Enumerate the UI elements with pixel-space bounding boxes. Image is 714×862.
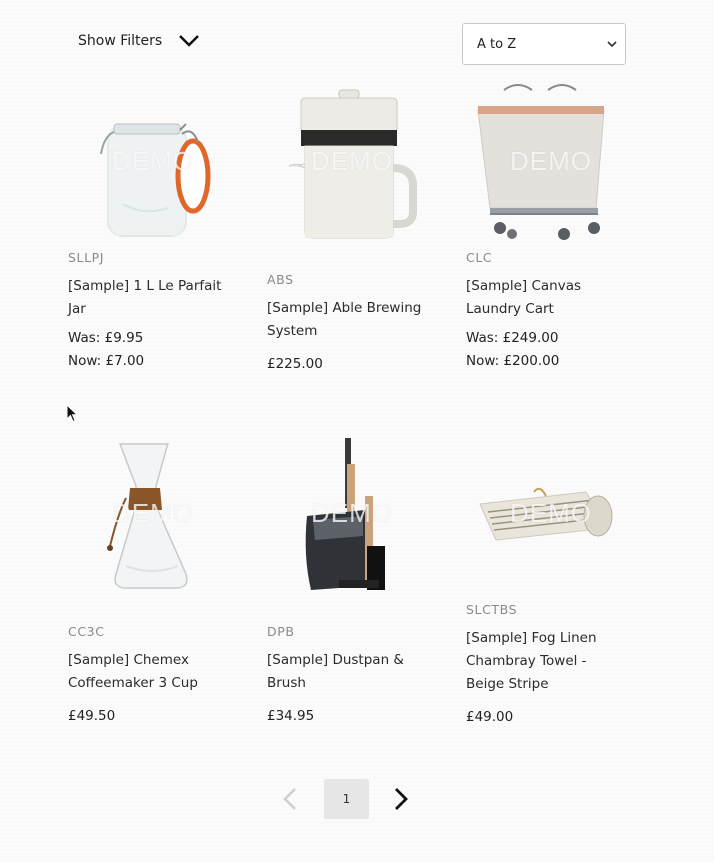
chevron-left-icon (283, 788, 296, 810)
product-card[interactable]: DEMO CLC [Sample] Canvas Laundry Cart Wa… (466, 84, 636, 373)
product-card[interactable]: DEMO SLLPJ [Sample] 1 L Le Parfait Jar W… (68, 84, 238, 373)
demo-watermark: DEMO (311, 498, 393, 528)
product-card[interactable]: DEMO SLCTBS [Sample] Fog Linen Chambray … (466, 436, 636, 729)
product-price: £34.95 (267, 708, 315, 724)
product-now-price: Now: £7.00 (68, 353, 145, 369)
product-now-price: Now: £200.00 (466, 353, 560, 369)
product-title[interactable]: [Sample] Fog Linen (466, 627, 636, 650)
product-price: £225.00 (267, 356, 323, 372)
product-sku: CLC (466, 250, 493, 265)
sort-select[interactable]: A to Z (462, 23, 626, 65)
product-title[interactable]: [Sample] 1 L Le Parfait (68, 275, 238, 298)
product-title[interactable]: Brush (267, 672, 437, 695)
product-title[interactable]: System (267, 320, 437, 343)
show-filters-toggle[interactable]: Show Filters (78, 33, 200, 49)
product-title[interactable]: Beige Stripe (466, 673, 636, 696)
demo-watermark: DEMO (510, 146, 592, 176)
product-card[interactable]: DEMO ABS [Sample] Able Brewing System £2… (267, 84, 437, 376)
product-card[interactable]: DEMO CC3C [Sample] Chemex Coffeemaker 3 … (68, 436, 238, 728)
product-price: £49.50 (68, 708, 116, 724)
page-number-current[interactable]: 1 (324, 779, 369, 819)
product-card[interactable]: DEMO DPB [Sample] Dustpan & Brush £34.95 (267, 436, 437, 728)
product-title[interactable]: [Sample] Chemex (68, 649, 238, 672)
demo-watermark: DEMO (112, 146, 194, 176)
product-sku: DPB (267, 624, 295, 639)
product-sku: ABS (267, 272, 294, 287)
product-title[interactable]: [Sample] Able Brewing (267, 297, 437, 320)
product-sku: SLCTBS (466, 602, 518, 617)
product-price: £49.00 (466, 709, 514, 725)
product-was-price: Was: £9.95 (68, 330, 144, 346)
laundry-cart-image[interactable]: DEMO (466, 84, 636, 244)
sort-selected-value: A to Z (477, 36, 517, 52)
product-title[interactable]: Jar (68, 298, 238, 321)
product-title[interactable]: Laundry Cart (466, 298, 636, 321)
product-sku: CC3C (68, 624, 105, 639)
product-title[interactable]: [Sample] Canvas (466, 275, 636, 298)
show-filters-label: Show Filters (78, 33, 163, 49)
product-sku: SLLPJ (68, 250, 105, 265)
demo-watermark: DEMO (510, 498, 592, 528)
dustpan-image[interactable]: DEMO (267, 436, 437, 596)
brewing-system-image[interactable]: DEMO (267, 84, 437, 244)
mouse-cursor-icon (66, 404, 78, 423)
chevron-down-icon (179, 35, 200, 47)
select-arrow-icon (607, 41, 617, 48)
glass-jar-image[interactable]: DEMO (68, 84, 238, 244)
demo-watermark: DEMO (112, 498, 194, 528)
product-title[interactable]: Chambray Towel - (466, 650, 636, 673)
demo-watermark: DEMO (311, 146, 393, 176)
product-was-price: Was: £249.00 (466, 330, 559, 346)
chevron-right-icon[interactable] (393, 787, 409, 811)
chemex-image[interactable]: DEMO (68, 436, 238, 596)
product-title[interactable]: [Sample] Dustpan & (267, 649, 437, 672)
towel-image[interactable]: DEMO (466, 436, 636, 596)
product-title[interactable]: Coffeemaker 3 Cup (68, 672, 238, 695)
